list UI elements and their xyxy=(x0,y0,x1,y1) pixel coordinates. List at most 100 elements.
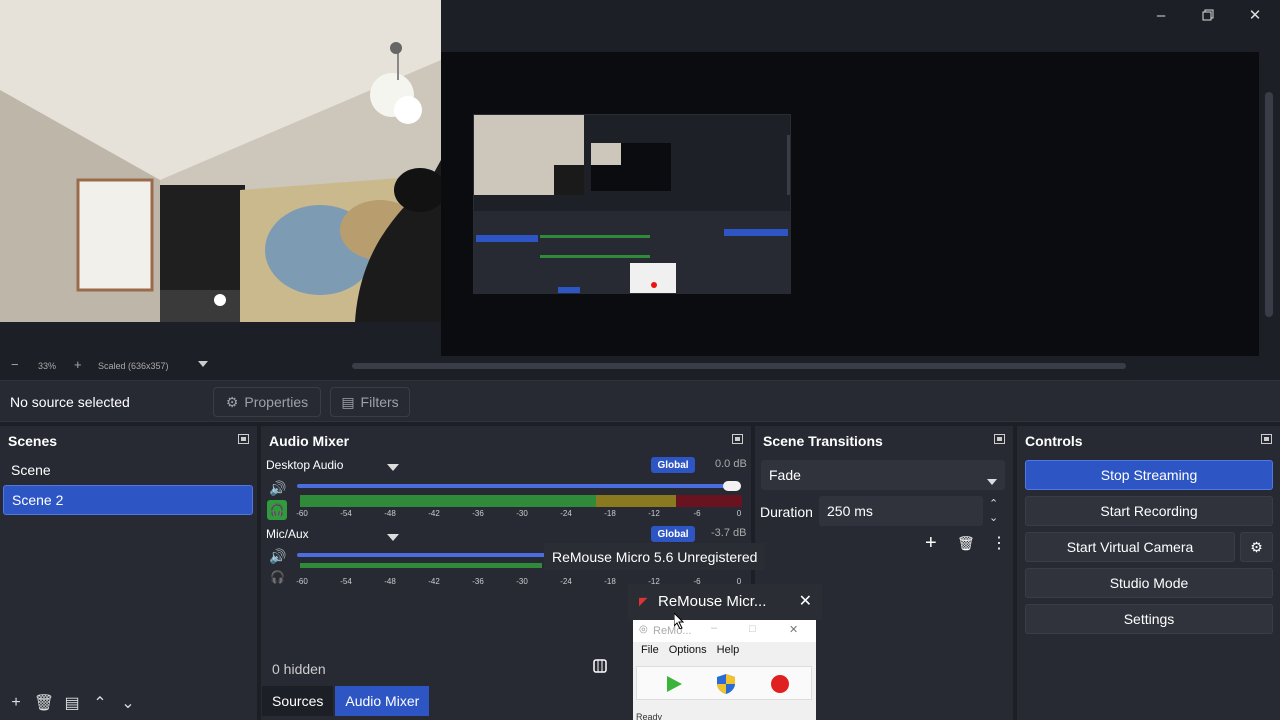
webcam-source xyxy=(0,0,441,322)
mouse-cursor xyxy=(673,611,685,632)
tick-label: -48 xyxy=(384,509,396,518)
tab-sources[interactable]: Sources xyxy=(262,686,334,716)
tick-label: -36 xyxy=(472,509,484,518)
transition-value: Fade xyxy=(769,467,801,483)
move-down-icon[interactable]: ⌄ xyxy=(114,689,142,717)
volume-slider[interactable] xyxy=(297,553,547,557)
no-source-label: No source selected xyxy=(10,394,130,410)
settings-button[interactable]: Settings xyxy=(1025,604,1273,634)
global-badge[interactable]: Global xyxy=(651,526,695,542)
properties-label: Properties xyxy=(244,394,309,410)
close-icon[interactable]: ✕ xyxy=(1237,2,1273,28)
remouse-window-title: ReMo... xyxy=(653,625,692,637)
tick-label: -30 xyxy=(516,577,528,586)
volume-slider[interactable] xyxy=(297,484,741,488)
remouse-window: ◎ ReMo... – □ ✕ File Options Help Ready xyxy=(633,620,816,720)
tick-label: -42 xyxy=(428,577,440,586)
undock-icon[interactable] xyxy=(994,434,1005,444)
move-up-icon[interactable]: ⌃ xyxy=(86,689,114,717)
chevron-down-icon[interactable] xyxy=(387,459,399,474)
volume-db: 0.0 dB xyxy=(715,458,747,470)
remouse-menubar: File Options Help xyxy=(641,644,739,656)
scene-label: Scene 2 xyxy=(12,492,64,508)
volume-slider-handle[interactable] xyxy=(723,481,741,491)
maximize-icon[interactable]: □ xyxy=(749,623,756,635)
undock-icon[interactable] xyxy=(1261,434,1272,444)
tick-label: -18 xyxy=(604,509,616,518)
close-icon[interactable]: ✕ xyxy=(789,623,798,636)
audio-meter-yellow xyxy=(596,495,676,507)
close-icon[interactable]: ✕ xyxy=(799,591,812,611)
scenes-toolbar: + 🗑 ▤ ⌃ ⌄ xyxy=(0,686,257,720)
start-recording-button[interactable]: Start Recording xyxy=(1025,496,1273,526)
scenes-title: Scenes xyxy=(8,433,58,449)
scene-item-scene[interactable]: Scene xyxy=(3,455,253,485)
audio-mixer-title: Audio Mixer xyxy=(269,433,350,449)
scale-label: Scaled (636x357) xyxy=(98,361,169,371)
speaker-icon[interactable]: 🔊 xyxy=(269,480,286,497)
horizontal-scrollbar[interactable] xyxy=(352,363,1126,369)
vertical-scrollbar[interactable] xyxy=(1262,52,1276,356)
menu-options[interactable]: Options xyxy=(669,644,707,656)
zoom-level: 33% xyxy=(38,361,57,371)
scene-transitions-title: Scene Transitions xyxy=(763,433,883,449)
start-virtual-camera-button[interactable]: Start Virtual Camera xyxy=(1025,532,1235,562)
minimize-icon[interactable]: – xyxy=(1143,2,1179,28)
transition-select[interactable]: Fade xyxy=(761,460,1005,490)
record-icon[interactable] xyxy=(770,674,790,697)
duration-stepper[interactable]: ⌃ ⌄ xyxy=(989,497,998,525)
remouse-app-icon: ◎ xyxy=(639,624,648,635)
menu-file[interactable]: File xyxy=(641,644,659,656)
remouse-taskbar-preview[interactable]: ◤ ReMouse Micr... ✕ xyxy=(628,584,822,620)
chevron-down-icon[interactable] xyxy=(387,529,399,544)
scenes-dock: Scenes Scene Scene 2 + 🗑 ▤ ⌃ ⌄ xyxy=(0,426,257,720)
tick-label: -6 xyxy=(693,509,701,518)
menu-help[interactable]: Help xyxy=(717,644,740,656)
filters-label: Filters xyxy=(360,394,399,410)
properties-button[interactable]: ⚙ Properties xyxy=(213,387,321,417)
zoom-out-button[interactable]: − xyxy=(11,357,19,372)
shield-icon[interactable] xyxy=(715,673,737,698)
preview-area[interactable] xyxy=(0,0,1276,356)
meter-ticks: -60 -54 -48 -42 -36 -30 -24 -18 -12 -6 0 xyxy=(261,509,751,519)
tick-label: -60 xyxy=(296,577,308,586)
trash-icon[interactable]: 🗑 xyxy=(30,689,58,717)
play-icon[interactable] xyxy=(665,675,683,696)
undock-icon[interactable] xyxy=(732,434,743,444)
restore-icon[interactable] xyxy=(1190,2,1226,28)
tick-label: -12 xyxy=(648,509,660,518)
studio-mode-button[interactable]: Studio Mode xyxy=(1025,568,1273,598)
global-badge[interactable]: Global xyxy=(651,457,695,473)
speaker-icon[interactable]: 🔊 xyxy=(269,548,286,565)
more-options-icon[interactable]: ⋮ xyxy=(991,533,1007,553)
duration-label: Duration xyxy=(760,504,813,520)
remouse-icon: ◤ xyxy=(639,596,648,608)
filters-button[interactable]: ▤ Filters xyxy=(330,387,410,417)
filter-icon[interactable]: ▤ xyxy=(58,689,86,717)
scene-item-scene-2[interactable]: Scene 2 xyxy=(3,485,253,515)
tick-label: 0 xyxy=(736,509,742,518)
controls-title: Controls xyxy=(1025,433,1083,449)
tick-label: -24 xyxy=(560,577,572,586)
gear-icon[interactable]: ⚙ xyxy=(1240,532,1273,562)
add-transition-icon[interactable]: + xyxy=(925,532,937,555)
hidden-count: 0 hidden xyxy=(272,661,326,677)
stop-streaming-button[interactable]: Stop Streaming xyxy=(1025,460,1273,490)
minimize-icon[interactable]: – xyxy=(711,622,717,634)
add-scene-icon[interactable]: + xyxy=(2,689,30,717)
tick-label: -54 xyxy=(340,577,352,586)
tick-label: -48 xyxy=(384,577,396,586)
audio-meter-green xyxy=(300,495,596,507)
zoom-in-button[interactable]: + xyxy=(74,357,82,372)
tick-label: -54 xyxy=(340,509,352,518)
mixer-layout-icon[interactable] xyxy=(593,659,607,676)
remouse-toolbar xyxy=(636,666,812,700)
nested-preview xyxy=(473,114,791,294)
scale-dropdown-icon[interactable] xyxy=(198,359,208,369)
tab-audio-mixer[interactable]: Audio Mixer xyxy=(335,686,430,716)
trash-icon[interactable]: 🗑 xyxy=(957,535,975,552)
duration-field[interactable]: 250 ms xyxy=(819,496,983,526)
undock-icon[interactable] xyxy=(238,434,249,444)
tick-label: -60 xyxy=(296,509,308,518)
tick-label: -18 xyxy=(604,577,616,586)
